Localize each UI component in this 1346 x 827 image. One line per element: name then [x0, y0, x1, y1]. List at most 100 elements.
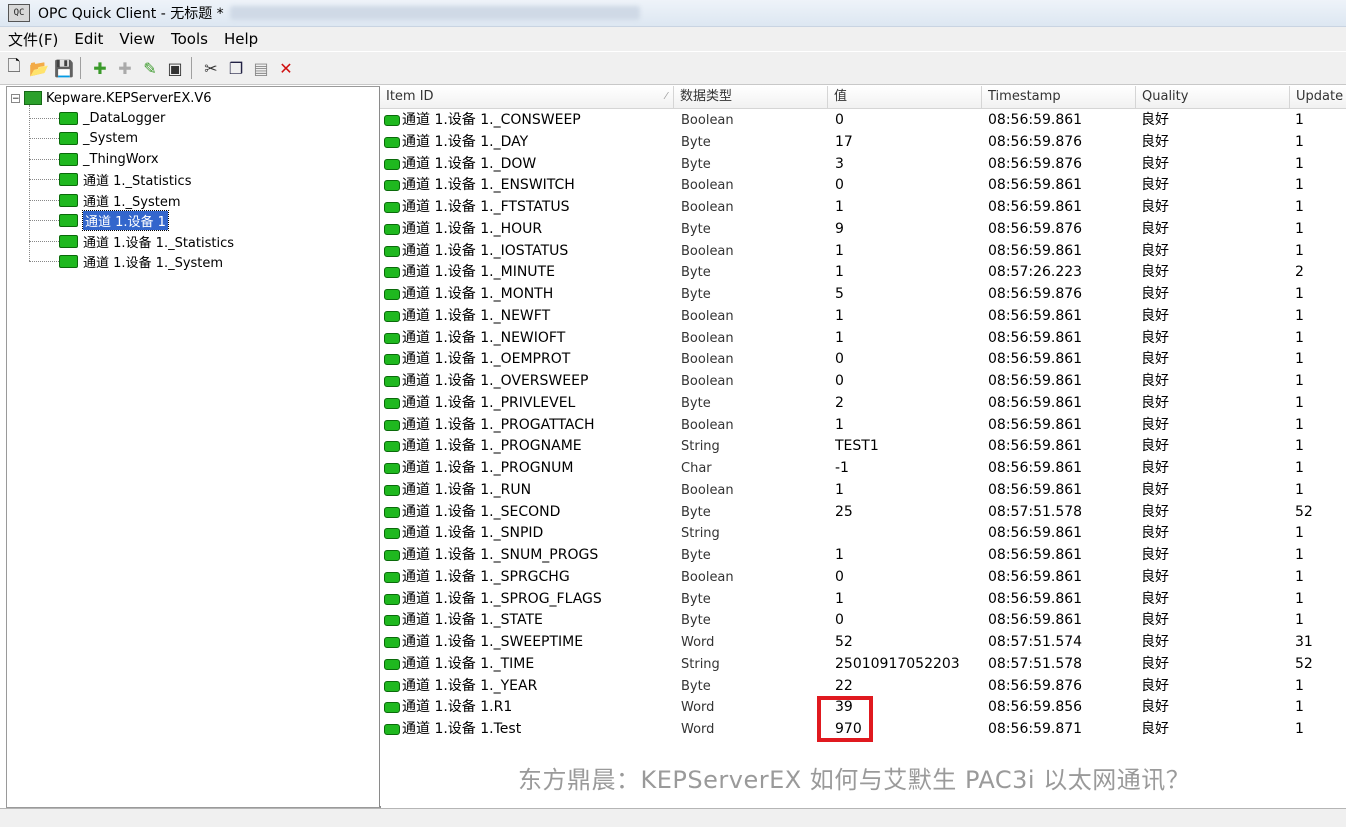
- data-type-cell: Boolean: [681, 308, 734, 324]
- table-row[interactable]: 通道 1.设备 1._YEAR Byte 22 08:56:59.876 良好 1: [380, 676, 1346, 698]
- server-tree[interactable]: − Kepware.KEPServerEX.V6 _DataLogger _Sy…: [6, 86, 381, 808]
- table-row[interactable]: 通道 1.设备 1._STATE Byte 0 08:56:59.861 良好 1: [380, 610, 1346, 632]
- update-count-cell: 1: [1295, 721, 1304, 737]
- tree-node-selected[interactable]: 通道 1.设备 1: [59, 209, 169, 231]
- column-header-value[interactable]: 值: [828, 86, 982, 108]
- item-id-cell: 通道 1.设备 1.R1: [402, 699, 513, 716]
- tag-icon: [384, 724, 400, 735]
- tree-connector: [29, 118, 59, 119]
- timestamp-cell: 08:56:59.861: [988, 460, 1083, 476]
- title-bar: QC OPC Quick Client - 无标题 *: [0, 0, 1346, 27]
- data-type-cell: Boolean: [681, 243, 734, 259]
- tree-node[interactable]: _DataLogger: [59, 108, 165, 128]
- data-type-cell: Word: [681, 635, 715, 650]
- paste-icon[interactable]: ▤: [250, 57, 272, 79]
- new-server-icon[interactable]: ✚: [89, 57, 111, 79]
- table-row[interactable]: 通道 1.设备 1._SPROG_FLAGS Byte 1 08:56:59.861 良…: [380, 589, 1346, 611]
- tag-icon: [384, 484, 400, 496]
- value-cell: [835, 523, 980, 545]
- value-cell: -1: [835, 460, 849, 476]
- quality-cell: 良好: [1141, 525, 1169, 542]
- value-cell: 1: [835, 242, 844, 259]
- quality-cell: 良好: [1141, 286, 1169, 302]
- quality-cell: 良好: [1141, 329, 1169, 346]
- tree-node[interactable]: _ThingWorx: [59, 149, 159, 169]
- update-count-cell: 31: [1295, 634, 1313, 650]
- table-row[interactable]: 通道 1.设备 1._MINUTE Byte 1 08:57:26.223 良好 2: [380, 262, 1346, 284]
- item-id-cell: 通道 1.设备 1._MINUTE: [402, 264, 555, 281]
- item-id-cell: 通道 1.设备 1._MONTH: [402, 286, 554, 302]
- timestamp-cell: 08:56:59.861: [988, 568, 1083, 585]
- new-item-icon[interactable]: ✎: [139, 57, 161, 79]
- timestamp-cell: 08:56:59.861: [988, 481, 1083, 498]
- table-row[interactable]: 通道 1.设备 1._TIME String 25010917052203 08:57…: [380, 654, 1346, 676]
- value-cell: 25: [835, 503, 853, 520]
- tag-icon: [384, 136, 400, 148]
- data-type-cell: String: [681, 656, 720, 672]
- tree-node[interactable]: 通道 1.设备 1._System: [59, 251, 223, 271]
- table-row[interactable]: 通道 1.设备 1._IOSTATUS Boolean 1 08:56:59.861 良…: [380, 241, 1346, 263]
- value-cell: 1: [835, 329, 844, 346]
- table-row[interactable]: 通道 1.设备 1._MONTH Byte 5 08:56:59.876 良好 1: [380, 284, 1346, 306]
- table-row[interactable]: 通道 1.设备 1._PROGATTACH Boolean 1 08:56:59.86…: [380, 415, 1346, 437]
- value-cell: 1: [835, 590, 844, 607]
- table-row[interactable]: 通道 1.设备 1._OVERSWEEP Boolean 0 08:56:59.861…: [380, 371, 1346, 393]
- tree-node[interactable]: 通道 1.设备 1._Statistics: [59, 231, 234, 251]
- menu-file[interactable]: 文件(F): [0, 29, 66, 50]
- table-row[interactable]: 通道 1.设备 1._DAY Byte 17 08:56:59.876 良好 1: [380, 132, 1346, 154]
- column-header-quality[interactable]: Quality: [1136, 86, 1290, 108]
- column-header-timestamp[interactable]: Timestamp: [982, 86, 1136, 108]
- update-count-cell: 1: [1295, 329, 1304, 346]
- update-count-cell: 1: [1295, 438, 1304, 455]
- save-icon[interactable]: 💾: [53, 57, 75, 79]
- column-header-update-count[interactable]: Update: [1290, 86, 1346, 108]
- table-row[interactable]: 通道 1.设备 1._SNUM_PROGS Byte 1 08:56:59.861 良好…: [380, 545, 1346, 567]
- table-row[interactable]: 通道 1.设备 1._CONSWEEP Boolean 0 08:56:59.861 良…: [380, 110, 1346, 132]
- copy-icon[interactable]: ❐: [225, 57, 247, 79]
- column-header-data-type[interactable]: 数据类型: [674, 86, 828, 108]
- table-row[interactable]: 通道 1.设备 1._ENSWITCH Boolean 0 08:56:59.861 良…: [380, 175, 1346, 197]
- collapse-icon[interactable]: −: [11, 93, 20, 103]
- value-cell: 2: [835, 394, 844, 411]
- menu-tools[interactable]: Tools: [163, 30, 216, 48]
- table-row[interactable]: 通道 1.设备 1._FTSTATUS Boolean 1 08:56:59.861 良…: [380, 197, 1346, 219]
- table-row[interactable]: 通道 1.设备 1._SECOND Byte 25 08:57:51.578 良好 52: [380, 502, 1346, 524]
- menu-edit[interactable]: Edit: [66, 30, 111, 48]
- watermark: 东方鼎晨：KEPServerEX 如何与艾默生 PAC3i 以太网通讯？: [518, 766, 1191, 794]
- table-row[interactable]: 通道 1.设备 1._SPRGCHG Boolean 0 08:56:59.861 良好…: [380, 567, 1346, 589]
- table-row[interactable]: 通道 1.设备 1._RUN Boolean 1 08:56:59.861 良好 1: [380, 480, 1346, 502]
- table-row[interactable]: 通道 1.设备 1._PRIVLEVEL Byte 2 08:56:59.861 良好 1: [380, 393, 1346, 415]
- table-row[interactable]: 通道 1.设备 1._HOUR Byte 9 08:56:59.876 良好 1: [380, 219, 1346, 241]
- tree-root[interactable]: − Kepware.KEPServerEX.V6: [11, 88, 212, 108]
- quality-cell: 良好: [1141, 394, 1169, 411]
- table-row[interactable]: 通道 1.设备 1._NEWIOFT Boolean 1 08:56:59.861 良好…: [380, 328, 1346, 350]
- update-count-cell: 1: [1295, 112, 1304, 128]
- value-cell: 0: [835, 373, 844, 389]
- timestamp-cell: 08:57:26.223: [988, 264, 1083, 281]
- tree-node[interactable]: 通道 1._System: [59, 190, 181, 210]
- data-type-cell: String: [681, 526, 720, 542]
- delete-icon[interactable]: ✕: [275, 57, 297, 79]
- tree-node[interactable]: _System: [59, 128, 138, 148]
- value-cell: 0: [835, 568, 844, 585]
- item-id-cell: 通道 1.设备 1._YEAR: [402, 677, 538, 694]
- table-row[interactable]: 通道 1.设备 1._PROGNUM Char -1 08:56:59.861 良好 1: [380, 458, 1346, 480]
- cut-icon[interactable]: ✂: [200, 57, 222, 79]
- new-file-icon[interactable]: 🗋: [3, 56, 25, 79]
- table-row[interactable]: 通道 1.设备 1._OEMPROT Boolean 0 08:56:59.861 良好…: [380, 349, 1346, 371]
- menu-view[interactable]: View: [111, 30, 163, 48]
- tree-node[interactable]: 通道 1._Statistics: [59, 169, 191, 189]
- table-row[interactable]: 通道 1.设备 1._SNPID String 08:56:59.861 良好 1: [380, 523, 1346, 545]
- tag-icon: [384, 441, 400, 453]
- timestamp-cell: 08:56:59.861: [988, 329, 1083, 346]
- table-row[interactable]: 通道 1.设备 1._DOW Byte 3 08:56:59.876 良好 1: [380, 154, 1346, 176]
- new-group-icon[interactable]: ✚: [114, 57, 136, 79]
- table-row[interactable]: 通道 1.设备 1._NEWFT Boolean 1 08:56:59.861 良好 1: [380, 306, 1346, 328]
- update-count-cell: 1: [1295, 416, 1304, 433]
- table-row[interactable]: 通道 1.设备 1._SWEEPTIME Word 52 08:57:51.574 良好…: [380, 632, 1346, 654]
- column-header-item-id[interactable]: Item ID ⁄: [380, 86, 674, 108]
- menu-help[interactable]: Help: [216, 30, 266, 48]
- open-folder-icon[interactable]: 📂: [28, 57, 50, 79]
- table-row[interactable]: 通道 1.设备 1._PROGNAME String TEST1 08:56:59.8…: [380, 436, 1346, 458]
- properties-icon[interactable]: ▣: [164, 57, 186, 79]
